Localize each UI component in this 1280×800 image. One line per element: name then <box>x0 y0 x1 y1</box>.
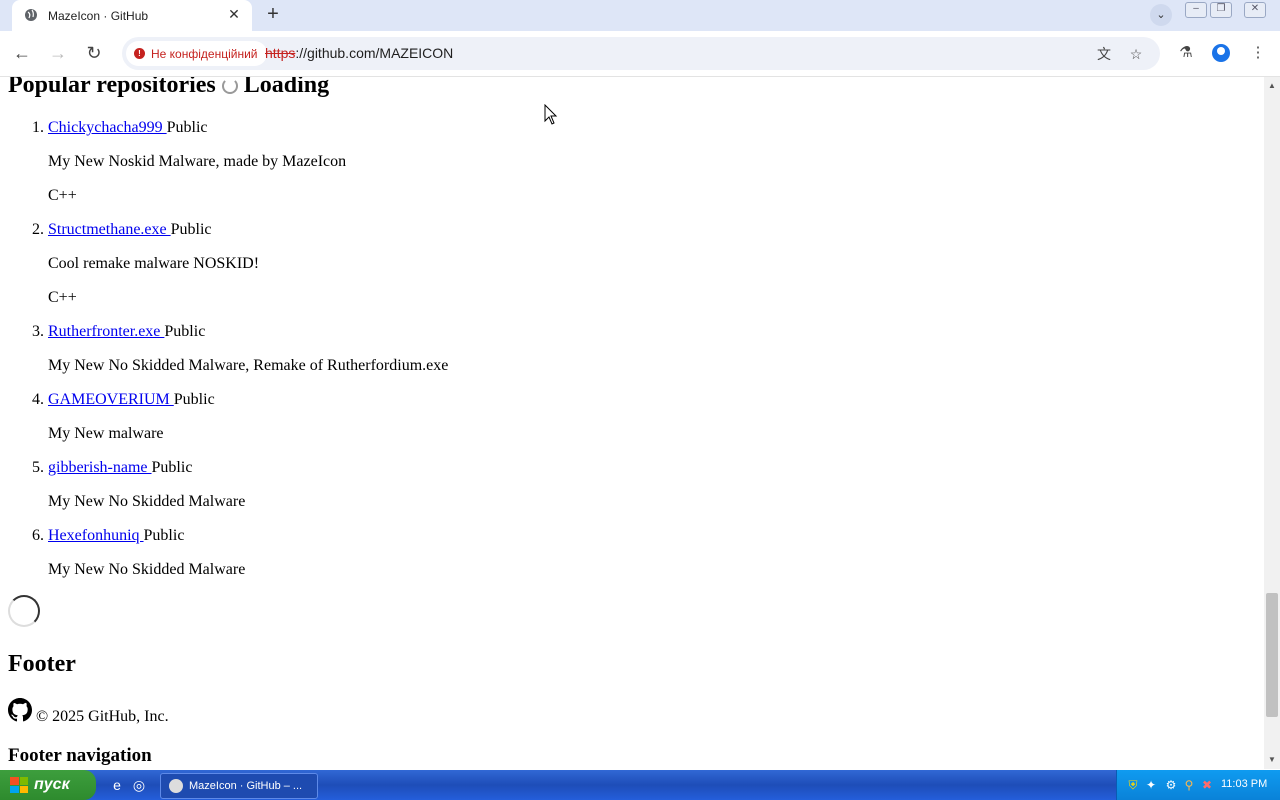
url-text: https://github.com/MAZEICON <box>265 45 453 61</box>
browser-tab[interactable]: MazeIcon · GitHub ✕ <box>12 0 252 31</box>
repo-title-line: gibberish-name Public <box>48 459 192 477</box>
repo-visibility: Public <box>170 221 212 238</box>
forward-arrow-icon[interactable]: → <box>45 40 71 66</box>
security-alert-icon[interactable]: ✖ <box>1199 777 1215 793</box>
start-button[interactable]: пуск <box>0 770 96 800</box>
page-content: Popular repositories Loading 1. Chickych… <box>0 77 1264 769</box>
repo-link[interactable]: gibberish-name <box>48 459 152 476</box>
tab-search-chevron-icon[interactable]: ⌄ <box>1150 4 1172 26</box>
repo-description: Cool remake malware NOSKID! <box>48 255 260 272</box>
browser-quicklaunch-icon[interactable]: ◎ <box>130 776 148 794</box>
loading-spinner-icon <box>221 77 238 94</box>
repo-description: My New No Skidded Malware, Remake of Rut… <box>48 357 449 374</box>
loading-spinner-icon <box>8 595 40 627</box>
repo-title-line: GAMEOVERIUM Public <box>48 391 215 409</box>
reload-icon[interactable]: ↻ <box>81 40 107 66</box>
scroll-down-icon[interactable]: ▼ <box>1264 753 1280 767</box>
tab-strip: MazeIcon · GitHub ✕ + ⌄ – ❐ ✕ <box>0 0 1280 31</box>
repo-visibility: Public <box>173 391 215 408</box>
flask-icon[interactable]: ⚗ <box>1174 40 1198 66</box>
list-number: 3. <box>32 323 44 340</box>
repo-language: C++ <box>48 289 77 306</box>
repo-description: My New No Skidded Malware <box>48 493 246 510</box>
system-tray: ⛨ ✦ ⚙ ⚲ ✖ 11:03 PM <box>1116 770 1280 800</box>
repo-visibility: Public <box>143 527 185 544</box>
repo-link[interactable]: Hexefonhuniq <box>48 527 144 544</box>
list-number: 5. <box>32 459 44 476</box>
list-number: 2. <box>32 221 44 238</box>
security-chip[interactable]: ! Не конфіденційний <box>126 41 268 66</box>
internet-explorer-icon[interactable]: e <box>108 776 126 794</box>
loading-text: Loading <box>243 77 330 98</box>
search-tray-icon[interactable]: ⚲ <box>1181 777 1197 793</box>
repo-visibility: Public <box>151 459 193 476</box>
warning-icon: ! <box>134 48 145 59</box>
repo-link[interactable]: Chickychacha999 <box>48 119 167 136</box>
translate-icon[interactable]: 文 <box>1094 44 1114 64</box>
heading-text: Popular repositories <box>8 77 216 98</box>
network-icon[interactable]: ✦ <box>1143 777 1159 793</box>
repo-description: My New No Skidded Malware <box>48 561 246 578</box>
profile-icon[interactable] <box>1212 44 1230 62</box>
back-arrow-icon[interactable]: ← <box>9 40 35 66</box>
repo-description: My New Noskid Malware, made by MazeIcon <box>48 153 347 170</box>
list-number: 1. <box>32 119 44 136</box>
repo-link[interactable]: Rutherfronter.exe <box>48 323 164 340</box>
repo-link[interactable]: Structmethane.exe <box>48 221 171 238</box>
globe-icon <box>25 9 37 21</box>
taskbar-window-button[interactable]: MazeIcon · GitHub – ... <box>160 773 318 799</box>
repo-language: C++ <box>48 187 77 204</box>
vertical-scrollbar[interactable]: ▲ ▼ <box>1264 77 1280 769</box>
security-chip-label: Не конфіденційний <box>151 46 258 61</box>
start-label: пуск <box>34 776 70 793</box>
repo-title-line: Structmethane.exe Public <box>48 221 212 239</box>
new-tab-button[interactable]: + <box>262 4 284 25</box>
popular-repositories-heading: Popular repositories Loading <box>8 77 329 99</box>
url-scheme: https <box>265 45 296 61</box>
list-number: 6. <box>32 527 44 544</box>
repo-visibility: Public <box>164 323 206 340</box>
repo-title-line: Rutherfronter.exe Public <box>48 323 205 341</box>
browser-toolbar: ← → ↻ ! Не конфіденційний https://github… <box>0 31 1280 77</box>
repo-visibility: Public <box>166 119 208 136</box>
minimize-window-button[interactable]: – <box>1185 2 1207 18</box>
usb-icon[interactable]: ⚙ <box>1163 777 1179 793</box>
repo-description: My New malware <box>48 425 164 442</box>
windows-taskbar: пуск e ◎ MazeIcon · GitHub – ... ⛨ ✦ ⚙ ⚲… <box>0 770 1280 800</box>
address-bar[interactable]: ! Не конфіденційний https://github.com/M… <box>122 37 1160 70</box>
scroll-up-icon[interactable]: ▲ <box>1264 79 1280 93</box>
windows-flag-icon <box>10 777 28 793</box>
clock: 11:03 PM <box>1221 778 1268 790</box>
copyright-text: © 2025 GitHub, Inc. <box>36 708 169 725</box>
list-number: 4. <box>32 391 44 408</box>
repo-link[interactable]: GAMEOVERIUM <box>48 391 174 408</box>
scrollbar-thumb[interactable] <box>1266 593 1278 717</box>
github-logo-icon[interactable] <box>8 698 32 722</box>
close-tab-icon[interactable]: ✕ <box>226 6 242 22</box>
kebab-menu-icon[interactable]: ⋮ <box>1246 40 1270 66</box>
restore-window-button[interactable]: ❐ <box>1210 2 1232 18</box>
taskbar-window-label: MazeIcon · GitHub – ... <box>189 780 303 792</box>
footer-navigation-heading: Footer navigation <box>8 745 152 766</box>
repo-title-line: Chickychacha999 Public <box>48 119 208 137</box>
tab-title: MazeIcon · GitHub <box>48 9 149 23</box>
star-icon[interactable]: ☆ <box>1126 44 1146 64</box>
shield-icon[interactable]: ⛨ <box>1125 777 1141 793</box>
footer-heading: Footer <box>8 651 76 677</box>
url-host-path: ://github.com/MAZEICON <box>295 45 454 61</box>
chrome-icon <box>169 779 183 793</box>
close-window-button[interactable]: ✕ <box>1244 2 1266 18</box>
mouse-cursor-icon <box>544 104 558 125</box>
repo-title-line: Hexefonhuniq Public <box>48 527 184 545</box>
